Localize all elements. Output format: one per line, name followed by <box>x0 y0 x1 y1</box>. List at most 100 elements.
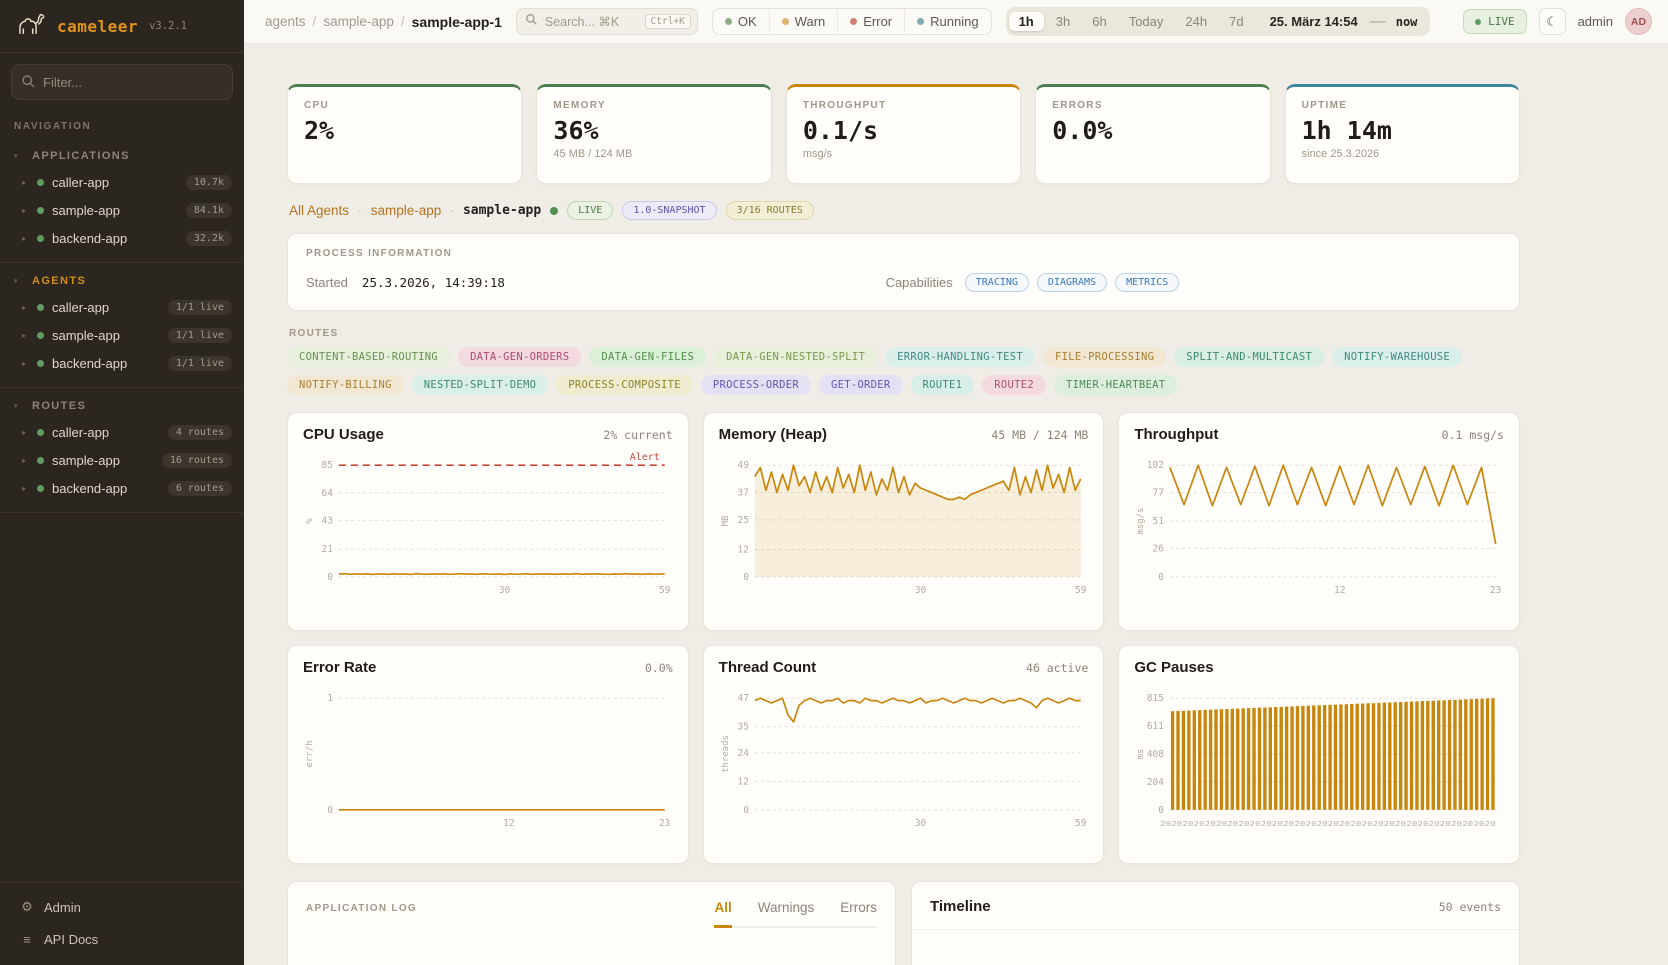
svg-text:59: 59 <box>1075 585 1087 596</box>
sidebar-item-caller-app[interactable]: ▸caller-app1/1 live <box>0 293 244 321</box>
footer-item-admin[interactable]: ⚙Admin <box>0 891 244 923</box>
svg-text:611: 611 <box>1147 721 1164 732</box>
status-filter-running[interactable]: Running <box>904 9 990 34</box>
content-scroll-area[interactable]: CPU2%MEMORY36%45 MB / 124 MBTHROUGHPUT0.… <box>244 44 1668 965</box>
svg-text:51: 51 <box>1153 516 1165 527</box>
charts-grid: CPU Usage2% current856443210%Alert3059Me… <box>287 412 1520 864</box>
kpi-label: ERRORS <box>1052 100 1253 111</box>
svg-text:0: 0 <box>1159 572 1165 583</box>
search-input[interactable]: Search... ⌘K Ctrl+K <box>516 8 698 35</box>
route-chip-notify-billing[interactable]: NOTIFY-BILLING <box>287 375 404 395</box>
route-chip-data-gen-orders[interactable]: DATA-GEN-ORDERS <box>458 347 581 367</box>
live-badge[interactable]: LIVE <box>1463 9 1527 34</box>
route-chip-notify-warehouse[interactable]: NOTIFY-WAREHOUSE <box>1332 347 1462 367</box>
svg-text:37: 37 <box>737 488 748 499</box>
route-chip-nested-split-demo[interactable]: NESTED-SPLIT-DEMO <box>412 375 549 395</box>
status-dot-icon <box>37 485 44 492</box>
route-chip-content-based-routing[interactable]: CONTENT-BASED-ROUTING <box>287 347 450 367</box>
brand-version: v3.2.1 <box>149 20 187 32</box>
agent-badge-live: LIVE <box>567 201 613 220</box>
route-chip-timer-heartbeat[interactable]: TIMER-HEARTBEAT <box>1054 375 1177 395</box>
time-range-7d[interactable]: 7d <box>1219 12 1253 31</box>
route-chip-get-order[interactable]: GET-ORDER <box>819 375 903 395</box>
kpi-label: UPTIME <box>1302 100 1503 111</box>
status-dot-icon <box>725 18 732 25</box>
sidebar-section-header-agents[interactable]: ▾AGENTS <box>0 269 244 293</box>
application-log-card: APPLICATION LOG AllWarningsErrors <box>287 881 896 965</box>
theme-toggle-button[interactable]: ☾ <box>1539 8 1566 35</box>
sidebar-item-backend-app[interactable]: ▸backend-app6 routes <box>0 474 244 502</box>
sidebar-section-header-applications[interactable]: ▾APPLICATIONS <box>0 144 244 168</box>
breadcrumb-separator: / <box>401 14 405 29</box>
filter-search-icon <box>21 74 36 94</box>
time-range-today[interactable]: Today <box>1119 12 1174 31</box>
brand-name: cameleer <box>57 17 138 36</box>
status-dot-icon <box>37 207 44 214</box>
route-chip-process-composite[interactable]: PROCESS-COMPOSITE <box>556 375 693 395</box>
log-tab-warnings[interactable]: Warnings <box>758 900 815 928</box>
time-range-24h[interactable]: 24h <box>1175 12 1217 31</box>
status-dot-icon <box>37 360 44 367</box>
log-tab-bar: All Warnings Errors <box>714 900 877 928</box>
avatar[interactable]: AD <box>1625 8 1652 35</box>
log-tab-errors[interactable]: Errors <box>840 900 877 928</box>
route-chip-process-order[interactable]: PROCESS-ORDER <box>701 375 811 395</box>
sidebar-item-badge: 6 routes <box>168 481 232 496</box>
route-chip-route1[interactable]: ROUTE1 <box>911 375 975 395</box>
status-dot-icon <box>37 304 44 311</box>
sidebar-item-badge: 84.1k <box>186 203 232 218</box>
status-filter-ok[interactable]: OK <box>713 9 769 34</box>
search-shortcut-kbd: Ctrl+K <box>645 14 691 29</box>
sidebar-item-caller-app[interactable]: ▸caller-app10.7k <box>0 168 244 196</box>
filter-input[interactable] <box>12 65 232 99</box>
svg-text:815: 815 <box>1147 693 1164 704</box>
sidebar-item-label: backend-app <box>52 481 127 496</box>
chart-plot-memory-heap: 493725120MB3059 <box>719 447 1089 605</box>
route-chip-split-and-multicast[interactable]: SPLIT-AND-MULTICAST <box>1174 347 1324 367</box>
sidebar-item-backend-app[interactable]: ▸backend-app32.2k <box>0 224 244 252</box>
route-chip-route2[interactable]: ROUTE2 <box>982 375 1046 395</box>
route-chip-error-handling-test[interactable]: ERROR-HANDLING-TEST <box>885 347 1035 367</box>
route-chip-file-processing[interactable]: FILE-PROCESSING <box>1043 347 1166 367</box>
sidebar-item-sample-app[interactable]: ▸sample-app84.1k <box>0 196 244 224</box>
time-range-6h[interactable]: 6h <box>1082 12 1116 31</box>
breadcrumb-item[interactable]: agents <box>265 14 306 29</box>
route-chip-data-gen-files[interactable]: DATA-GEN-FILES <box>589 347 706 367</box>
date-range-dash: — <box>1368 13 1388 31</box>
svg-text:59: 59 <box>1075 818 1087 829</box>
sidebar-item-badge: 16 routes <box>162 453 232 468</box>
route-chip-data-gen-nested-split[interactable]: DATA-GEN-NESTED-SPLIT <box>714 347 877 367</box>
sidebar-item-sample-app[interactable]: ▸sample-app16 routes <box>0 446 244 474</box>
kpi-label: CPU <box>304 100 505 111</box>
time-range-group: 1h3h6hToday24h7d 25. März 14:54 — now <box>1006 7 1431 36</box>
time-range-3h[interactable]: 3h <box>1046 12 1080 31</box>
agent-crumb[interactable]: All Agents <box>289 203 349 218</box>
sidebar-section-applications: ▾APPLICATIONS▸caller-app10.7k▸sample-app… <box>0 138 244 263</box>
chart-plot-cpu-usage: 856443210%Alert3059 <box>303 447 673 605</box>
status-dot-icon <box>37 179 44 186</box>
sidebar-section-header-routes[interactable]: ▾ROUTES <box>0 394 244 418</box>
date-range-now[interactable]: now <box>1390 15 1428 29</box>
sidebar-item-label: caller-app <box>52 425 109 440</box>
log-tab-all[interactable]: All <box>714 900 731 928</box>
status-filter-error[interactable]: Error <box>837 9 904 34</box>
chevron-right-icon: ▸ <box>22 359 37 368</box>
svg-text:43: 43 <box>322 515 333 526</box>
svg-text:35: 35 <box>737 722 748 733</box>
agent-crumb[interactable]: sample-app <box>371 203 442 218</box>
kpi-label: THROUGHPUT <box>803 100 1004 111</box>
logo-row: cameleer v3.2.1 <box>0 0 244 53</box>
sidebar-item-label: caller-app <box>52 300 109 315</box>
svg-text:12: 12 <box>503 818 514 829</box>
footer-item-api-docs[interactable]: ≡API Docs <box>0 923 244 955</box>
sidebar-item-sample-app[interactable]: ▸sample-app1/1 live <box>0 321 244 349</box>
svg-text:47: 47 <box>737 693 748 704</box>
date-range-label[interactable]: 25. März 14:54 <box>1256 14 1366 29</box>
agent-current[interactable]: sample-app <box>463 203 541 218</box>
time-range-1h[interactable]: 1h <box>1009 12 1044 31</box>
kpi-subtext: 45 MB / 124 MB <box>553 148 754 160</box>
status-filter-warn[interactable]: Warn <box>769 9 838 34</box>
sidebar-item-caller-app[interactable]: ▸caller-app4 routes <box>0 418 244 446</box>
breadcrumb-item[interactable]: sample-app <box>323 14 394 29</box>
sidebar-item-backend-app[interactable]: ▸backend-app1/1 live <box>0 349 244 377</box>
